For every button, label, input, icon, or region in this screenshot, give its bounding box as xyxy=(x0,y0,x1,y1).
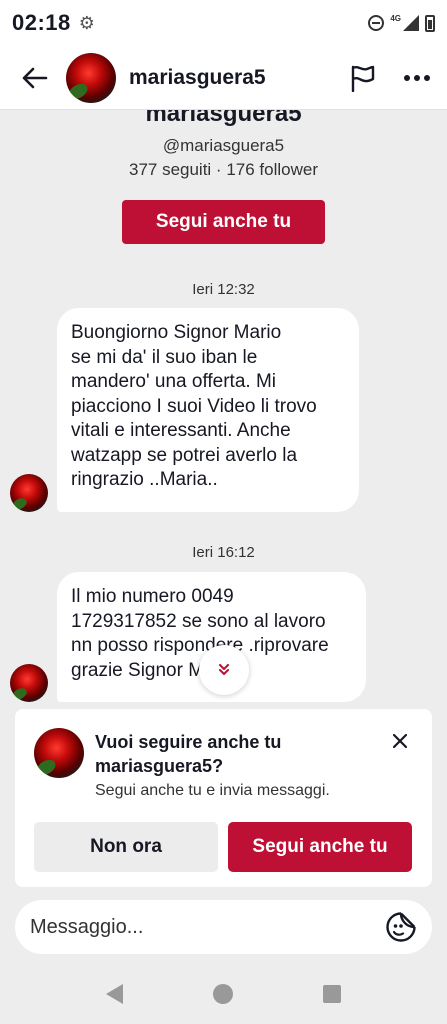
flag-icon xyxy=(351,65,375,92)
message-text: Buongiorno Signor Mario se mi da' il suo… xyxy=(71,322,317,490)
message-bubble[interactable]: Buongiorno Signor Mario se mi da' il suo… xyxy=(57,308,359,512)
nav-home-icon[interactable] xyxy=(213,984,233,1004)
message-input[interactable] xyxy=(30,915,384,939)
message-composer xyxy=(15,900,432,954)
not-now-button[interactable]: Non ora xyxy=(34,822,218,872)
follow-prompt-subtitle: Segui anche tu e invia messaggi. xyxy=(95,782,330,799)
sticker-button[interactable] xyxy=(384,910,418,944)
network-label: 4G xyxy=(390,13,401,23)
nav-back-icon[interactable] xyxy=(106,984,123,1004)
message-timestamp: Ieri 12:32 xyxy=(192,281,255,298)
signal-icon xyxy=(403,15,419,31)
sticker-smiley-icon xyxy=(386,912,416,942)
status-time: 02:18 xyxy=(12,10,71,35)
back-button[interactable] xyxy=(14,58,54,98)
system-nav-bar xyxy=(0,964,447,1024)
chat-header: mariasguera5 xyxy=(0,46,447,110)
more-options-button[interactable] xyxy=(401,62,433,94)
battery-icon xyxy=(425,14,435,32)
close-icon xyxy=(392,733,408,749)
nav-recents-icon[interactable] xyxy=(323,985,341,1003)
follow-button[interactable]: Segui anche tu xyxy=(122,200,325,244)
gear-icon: ⚙ xyxy=(78,12,95,33)
scroll-to-bottom-button[interactable] xyxy=(199,645,249,695)
header-username[interactable]: mariasguera5 xyxy=(129,66,266,90)
double-chevron-down-icon xyxy=(219,664,229,675)
report-button[interactable] xyxy=(347,62,379,94)
avatar[interactable] xyxy=(66,52,116,103)
profile-stats: 377 seguiti · 176 follower xyxy=(128,160,318,179)
follow-back-button[interactable]: Segui anche tu xyxy=(228,822,412,872)
close-button[interactable] xyxy=(388,729,412,753)
follow-prompt-card: Vuoi seguire anche tu mariasguera5? Segu… xyxy=(15,709,432,887)
do-not-disturb-icon xyxy=(368,15,385,31)
back-arrow-icon xyxy=(22,67,48,88)
more-options-icon xyxy=(404,74,430,81)
message-timestamp: Ieri 16:12 xyxy=(192,544,255,561)
avatar[interactable] xyxy=(10,664,48,702)
follow-prompt-title: Vuoi seguire anche tu mariasguera5? xyxy=(95,732,282,776)
profile-handle: @mariasguera5 xyxy=(162,136,285,155)
status-icons: 4G xyxy=(368,13,435,32)
avatar xyxy=(34,728,84,778)
avatar[interactable] xyxy=(10,474,48,512)
status-bar: 02:18 ⚙ 4G xyxy=(0,0,447,46)
